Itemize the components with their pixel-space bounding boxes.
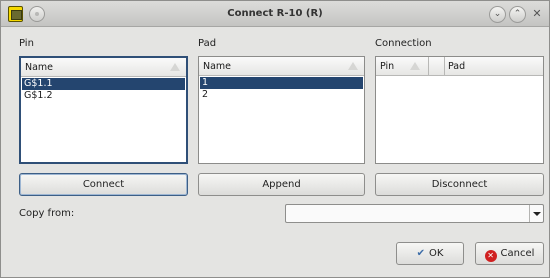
cancel-icon: ✕: [484, 250, 497, 262]
chevron-down-icon[interactable]: [529, 205, 543, 222]
list-item[interactable]: G$1.2: [22, 90, 185, 102]
column-divider: [428, 57, 429, 75]
connection-list-header[interactable]: Pin Pad: [376, 57, 543, 76]
pin-list[interactable]: Name G$1.1 G$1.2: [19, 56, 188, 164]
connection-pad-column-header: Pad: [448, 61, 466, 72]
cancel-button-label: Cancel: [500, 248, 535, 259]
list-item[interactable]: 1: [200, 77, 363, 89]
ok-button-label: OK: [428, 248, 444, 259]
connection-list[interactable]: Pin Pad: [375, 56, 544, 164]
pad-list-header[interactable]: Name: [199, 57, 364, 76]
copy-from-dropdown[interactable]: [285, 204, 544, 223]
title-bar: Connect R-10 (R) ⌄ ⌃ ✕: [1, 1, 549, 27]
column-divider: [444, 57, 445, 75]
sort-ascending-icon: [410, 62, 420, 70]
chevron-down-icon[interactable]: ⌄: [489, 6, 506, 23]
disconnect-button[interactable]: Disconnect: [375, 173, 544, 196]
pad-name-column-header: Name: [203, 61, 232, 72]
cancel-button[interactable]: ✕ Cancel: [475, 242, 544, 265]
connect-dialog: Connect R-10 (R) ⌄ ⌃ ✕ Pin Pad Connectio…: [0, 0, 550, 278]
chevron-up-icon[interactable]: ⌃: [509, 6, 526, 23]
window-title: Connect R-10 (R): [227, 8, 323, 19]
close-icon[interactable]: ✕: [529, 6, 545, 23]
checkmark-icon: ✔: [416, 248, 425, 259]
list-item[interactable]: 2: [200, 89, 363, 101]
pin-name-column-header: Name: [25, 62, 54, 73]
ok-button[interactable]: ✔ OK: [396, 242, 464, 265]
copy-from-label: Copy from:: [19, 208, 75, 219]
connection-pin-column-header: Pin: [380, 61, 395, 72]
list-item[interactable]: G$1.1: [22, 78, 185, 90]
sort-ascending-icon: [348, 62, 358, 70]
sort-ascending-icon: [170, 63, 180, 71]
append-button[interactable]: Append: [198, 173, 365, 196]
pin-label: Pin: [19, 38, 34, 49]
pad-list[interactable]: Name 1 2: [198, 56, 365, 164]
pin-list-header[interactable]: Name: [21, 58, 186, 77]
connection-label: Connection: [375, 38, 432, 49]
pad-label: Pad: [198, 38, 217, 49]
connect-button[interactable]: Connect: [19, 173, 188, 196]
